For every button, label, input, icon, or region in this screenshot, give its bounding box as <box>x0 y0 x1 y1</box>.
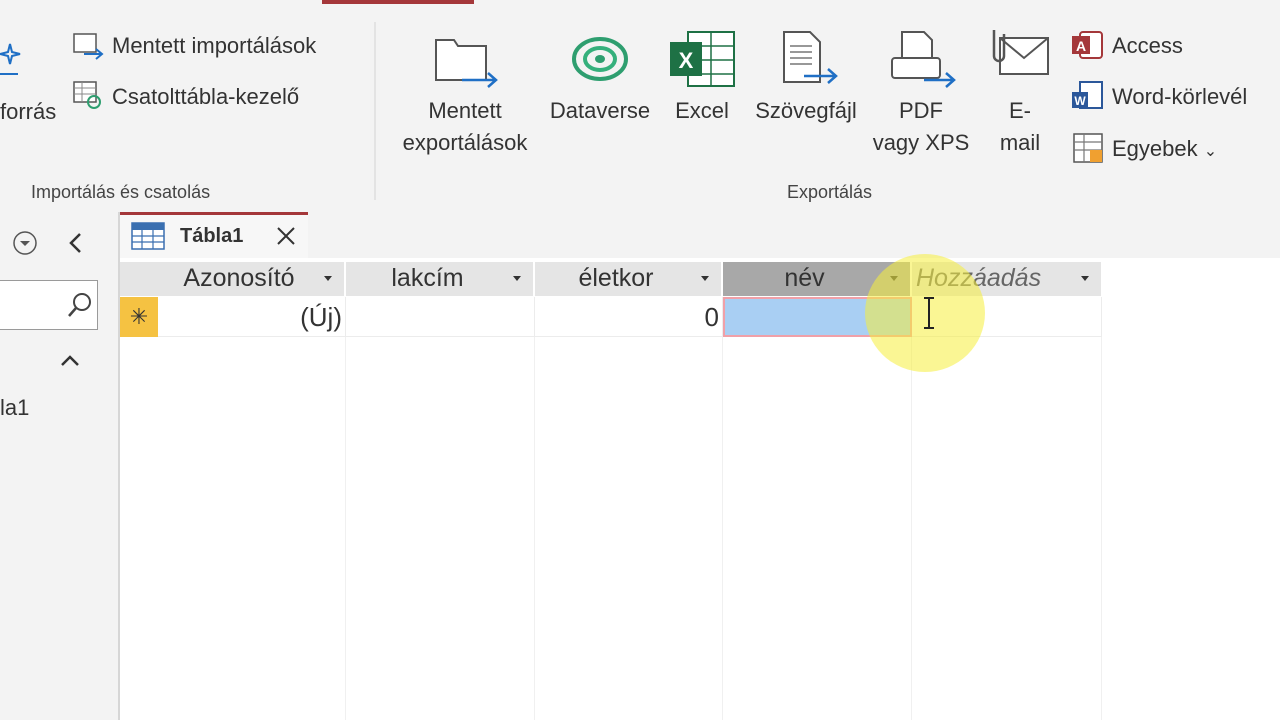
document-tab-title: Tábla1 <box>180 225 244 247</box>
new-data-source-button[interactable]: forrás <box>0 99 56 125</box>
column-dropdown-icon[interactable] <box>324 276 332 281</box>
linked-table-manager-icon[interactable] <box>72 80 104 110</box>
collapse-nav-pane-icon[interactable] <box>64 230 88 256</box>
column-header-label: Hozzáadás <box>916 264 1042 292</box>
excel-export-button[interactable]: Excel <box>652 95 752 127</box>
age-cell[interactable]: 0 <box>535 297 723 337</box>
column-header-add-field[interactable]: Hozzáadás <box>912 262 1102 296</box>
column-header-label: név <box>784 264 825 292</box>
column-dropdown-icon[interactable] <box>513 276 521 281</box>
dataverse-button[interactable]: Dataverse <box>540 95 660 127</box>
text-cursor-icon <box>920 296 938 330</box>
column-dropdown-icon[interactable] <box>890 276 898 281</box>
column-dropdown-icon[interactable] <box>701 276 709 281</box>
saved-imports-button[interactable]: Mentett importálások <box>112 33 316 59</box>
pdf-xps-export-button[interactable]: PDF vagy XPS <box>862 95 980 159</box>
export-group-label: Exportálás <box>787 182 873 202</box>
column-header-label: lakcím <box>391 264 464 292</box>
text-file-icon[interactable] <box>780 30 840 88</box>
saved-exports-label-line2: exportálások <box>402 130 528 155</box>
grid-line <box>1101 337 1102 720</box>
column-header-id[interactable]: Azonosító <box>158 262 345 296</box>
text-file-export-button[interactable]: Szövegfájl <box>748 95 864 127</box>
chevron-up-icon[interactable] <box>58 350 82 370</box>
new-data-source-icon[interactable] <box>0 30 26 80</box>
import-group-label: Importálás és csatolás <box>31 182 211 202</box>
column-header-name[interactable]: név <box>723 262 911 296</box>
word-merge-icon[interactable]: W <box>1070 80 1104 112</box>
more-formats-button[interactable]: Egyebek ⌄ <box>1112 136 1217 162</box>
nav-item-table1[interactable]: la1 <box>0 395 29 421</box>
email-label-line1: E- <box>1009 98 1031 123</box>
add-field-cell[interactable] <box>912 297 1102 337</box>
active-ribbon-tab-indicator <box>322 0 474 4</box>
column-header-label: életkor <box>578 264 654 292</box>
select-all-corner[interactable] <box>120 262 158 296</box>
email-icon[interactable] <box>986 26 1052 78</box>
column-dropdown-icon[interactable] <box>1081 276 1089 281</box>
column-header-label: Azonosító <box>183 264 295 292</box>
more-formats-label: Egyebek <box>1112 136 1198 161</box>
table-icon <box>131 222 165 250</box>
svg-text:W: W <box>1074 94 1086 108</box>
access-icon[interactable]: A <box>1070 30 1104 60</box>
new-record-selector[interactable]: ✳ <box>120 297 158 337</box>
saved-exports-button[interactable]: Mentett exportálások <box>390 95 540 159</box>
nav-pane-menu-icon[interactable] <box>12 230 38 256</box>
address-cell[interactable] <box>346 297 535 337</box>
saved-imports-icon[interactable] <box>72 32 104 60</box>
column-header-age[interactable]: életkor <box>535 262 722 296</box>
id-cell[interactable]: (Új) <box>158 297 346 337</box>
search-icon <box>68 293 91 317</box>
grid-line <box>722 337 723 720</box>
pdf-label-line2: vagy XPS <box>872 130 970 155</box>
dataverse-icon[interactable] <box>570 34 630 84</box>
grid-line <box>911 337 912 720</box>
name-cell-selected[interactable] <box>723 297 912 337</box>
word-merge-button[interactable]: Word-körlevél <box>1112 84 1247 110</box>
pdf-xps-icon[interactable] <box>888 30 958 88</box>
email-label-line2: mail <box>999 130 1041 155</box>
ribbon-group-separator <box>374 22 376 200</box>
nav-search-input[interactable] <box>0 280 98 330</box>
svg-text:A: A <box>1076 38 1086 54</box>
more-formats-icon[interactable] <box>1072 132 1104 164</box>
linked-table-manager-button[interactable]: Csatolttábla-kezelő <box>112 84 299 110</box>
svg-text:X: X <box>679 48 694 73</box>
grid-line <box>534 337 535 720</box>
close-tab-icon[interactable] <box>274 224 298 248</box>
chevron-down-icon: ⌄ <box>1203 143 1218 160</box>
email-export-button[interactable]: E- mail <box>985 95 1055 159</box>
access-export-button[interactable]: Access <box>1112 33 1183 59</box>
grid-line <box>345 337 346 720</box>
pdf-label-line1: PDF <box>899 98 943 123</box>
column-header-address[interactable]: lakcím <box>346 262 534 296</box>
excel-icon[interactable]: X <box>668 30 736 88</box>
saved-exports-icon[interactable] <box>432 32 500 88</box>
saved-exports-label-line1: Mentett <box>428 98 502 123</box>
